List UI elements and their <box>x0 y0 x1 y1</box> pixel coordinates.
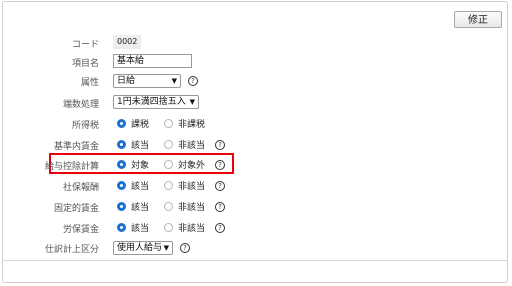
question-circle-icon[interactable]: ? <box>188 76 198 86</box>
question-circle-icon[interactable]: ? <box>215 202 225 212</box>
journal-category-select-value: 使用人給与 <box>117 243 163 253</box>
rounding-label: 端数処理 <box>62 100 99 110</box>
income-tax-radio-nontaxable[interactable] <box>164 119 173 128</box>
chevron-down-icon: ▼ <box>163 244 169 252</box>
social-insurance-radio-not-applicable[interactable] <box>164 181 173 190</box>
attribute-select[interactable]: 日給 ▼ <box>113 74 181 88</box>
salary-deduction-option-target: 対象 <box>131 161 150 171</box>
income-tax-radio-taxable[interactable] <box>117 119 126 128</box>
labor-insurance-radio-not-applicable[interactable] <box>164 223 173 232</box>
attribute-select-value: 日給 <box>117 76 136 86</box>
social-insurance-label: 社保報酬 <box>62 183 99 193</box>
base-wage-label: 基準内賃金 <box>53 142 99 152</box>
social-insurance-radio-applicable[interactable] <box>117 181 126 190</box>
chevron-down-icon: ▼ <box>171 77 177 85</box>
salary-deduction-label: 給与控除計算 <box>44 162 99 172</box>
code-label: コード <box>71 40 99 50</box>
chevron-down-icon: ▼ <box>189 98 195 106</box>
salary-deduction-radio-excluded[interactable] <box>164 160 173 169</box>
fixed-wage-option-applicable: 該当 <box>131 203 150 213</box>
fixed-wage-radio-not-applicable[interactable] <box>164 202 173 211</box>
labor-insurance-option-not-applicable: 非該当 <box>178 224 206 234</box>
journal-category-select[interactable]: 使用人給与 ▼ <box>113 241 173 255</box>
salary-deduction-radio-target[interactable] <box>117 160 126 169</box>
income-tax-option-nontaxable: 非課税 <box>178 120 206 130</box>
labor-insurance-option-applicable: 該当 <box>131 224 150 234</box>
journal-category-label: 仕訳計上区分 <box>44 245 99 255</box>
income-tax-option-taxable: 課税 <box>131 120 150 130</box>
base-wage-radio-applicable[interactable] <box>117 140 126 149</box>
social-insurance-option-not-applicable: 非該当 <box>178 182 206 192</box>
fixed-wage-radio-applicable[interactable] <box>117 202 126 211</box>
question-circle-icon[interactable]: ? <box>215 160 225 170</box>
question-circle-icon[interactable]: ? <box>215 140 225 150</box>
attribute-label: 属性 <box>80 78 99 88</box>
settings-panel: 修正 コード 0002 項目名 基本給 属性 日給 ▼ ? 端数処理 1円未満四… <box>2 1 508 283</box>
question-circle-icon[interactable]: ? <box>215 223 225 233</box>
base-wage-option-not-applicable: 非該当 <box>178 141 206 151</box>
question-circle-icon[interactable]: ? <box>180 243 190 253</box>
income-tax-label: 所得税 <box>71 121 99 131</box>
item-name-input[interactable]: 基本給 <box>113 54 192 68</box>
labor-insurance-radio-applicable[interactable] <box>117 223 126 232</box>
base-wage-radio-not-applicable[interactable] <box>164 140 173 149</box>
code-value: 0002 <box>113 35 142 49</box>
fixed-wage-option-not-applicable: 非該当 <box>178 203 206 213</box>
item-name-label: 項目名 <box>71 59 99 69</box>
question-circle-icon[interactable]: ? <box>215 181 225 191</box>
footer-divider <box>3 260 507 261</box>
rounding-select-value: 1円未満四捨五入 <box>117 97 186 107</box>
fixed-wage-label: 固定的賃金 <box>53 204 99 214</box>
edit-button[interactable]: 修正 <box>454 11 502 28</box>
social-insurance-option-applicable: 該当 <box>131 182 150 192</box>
salary-deduction-option-excluded: 対象外 <box>178 161 206 171</box>
base-wage-option-applicable: 該当 <box>131 141 150 151</box>
labor-insurance-label: 労保賃金 <box>62 225 99 235</box>
rounding-select[interactable]: 1円未満四捨五入 ▼ <box>113 95 199 109</box>
